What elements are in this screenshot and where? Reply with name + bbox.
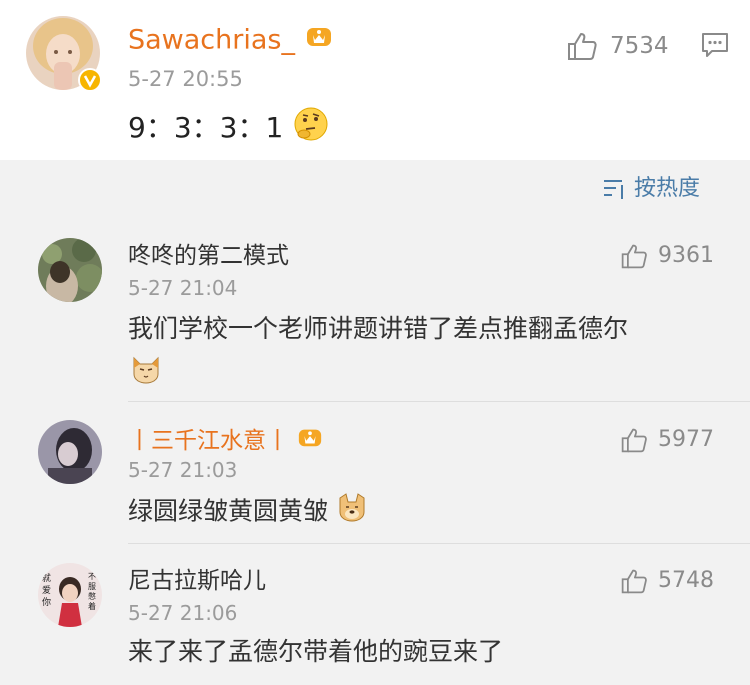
comment-username-text[interactable]: 丨三千江水意丨 xyxy=(128,428,289,454)
comment-username[interactable]: 丨三千江水意丨 xyxy=(128,424,324,459)
avatar-text: 憋 xyxy=(88,591,96,601)
comment-like-count: 5977 xyxy=(658,427,714,452)
post-like-button[interactable]: 7534 xyxy=(566,28,676,64)
thumbs-up-icon xyxy=(620,426,648,458)
comment-username[interactable]: 尼古拉斯哈儿 xyxy=(128,565,266,597)
avatar-text: 不 xyxy=(88,572,96,581)
comment-content-text: 绿圆绿皱黄圆黄皱 xyxy=(128,496,329,526)
thumbs-up-icon xyxy=(620,567,648,599)
avatar-text: 着 xyxy=(88,601,96,611)
comment-avatar[interactable]: 就 爱 你 不 服 憋 着 xyxy=(38,563,102,627)
comment-content: 来了来了孟德尔带着他的豌豆来了 xyxy=(128,637,504,666)
avatar-text: 服 xyxy=(88,582,96,591)
comment-timestamp: 5-27 21:06 xyxy=(128,601,238,625)
comment-avatar[interactable] xyxy=(38,420,102,484)
avatar-text: 你 xyxy=(42,596,51,608)
comment-timestamp: 5-27 21:03 xyxy=(128,458,238,482)
comment-like-button[interactable]: 5748 xyxy=(620,565,720,597)
cat-emoji xyxy=(130,354,162,388)
comment-content: 绿圆绿皱黄圆黄皱 xyxy=(128,492,368,533)
verified-badge-icon xyxy=(78,68,102,92)
thumbs-up-icon xyxy=(620,242,648,274)
avatar-text: 爱 xyxy=(42,585,51,596)
crown-badge-icon xyxy=(304,22,334,60)
post-like-count: 7534 xyxy=(610,33,669,59)
avatar-text: 就 xyxy=(42,572,51,584)
crown-badge-icon xyxy=(296,424,324,459)
comment-icon[interactable] xyxy=(700,30,730,60)
post-username-text[interactable]: Sawachrias_ xyxy=(128,25,295,56)
comment-like-button[interactable]: 9361 xyxy=(620,240,720,272)
thinking-emoji xyxy=(292,105,330,153)
comment-timestamp: 5-27 21:04 xyxy=(128,276,238,300)
sort-label: 按热度 xyxy=(634,176,701,201)
post-content: 9：3：3：1 xyxy=(128,105,330,153)
original-post: Sawachrias_ 5-27 20:55 9：3：3：1 7534 xyxy=(0,0,750,160)
comment-avatar[interactable] xyxy=(38,238,102,302)
doge-emoji xyxy=(336,492,368,533)
comment-divider xyxy=(128,401,750,402)
comment-content: 我们学校一个老师讲题讲错了差点推翻孟德尔 xyxy=(128,314,629,343)
comment-like-count: 9361 xyxy=(658,243,714,268)
comment-item: 就 爱 你 不 服 憋 着 尼古拉斯哈儿 5-27 21:06 来了来了孟德尔带… xyxy=(0,555,750,685)
comment-item: 咚咚的第二模式 5-27 21:04 我们学校一个老师讲题讲错了差点推翻孟德尔 … xyxy=(0,230,750,400)
post-content-text: 9：3：3：1 xyxy=(128,111,284,144)
thumbs-up-icon xyxy=(566,30,598,66)
comment-divider xyxy=(128,543,750,544)
comment-username[interactable]: 咚咚的第二模式 xyxy=(128,240,289,272)
comment-item: 丨三千江水意丨 5-27 21:03 绿圆绿皱黄圆黄皱 5977 xyxy=(0,412,750,542)
post-username[interactable]: Sawachrias_ xyxy=(128,22,334,60)
comment-like-button[interactable]: 5977 xyxy=(620,424,720,456)
comment-like-count: 5748 xyxy=(658,568,714,593)
sort-icon xyxy=(602,177,628,205)
post-timestamp: 5-27 20:55 xyxy=(128,67,243,91)
sort-by-hot-button[interactable]: 按热度 xyxy=(602,172,722,206)
